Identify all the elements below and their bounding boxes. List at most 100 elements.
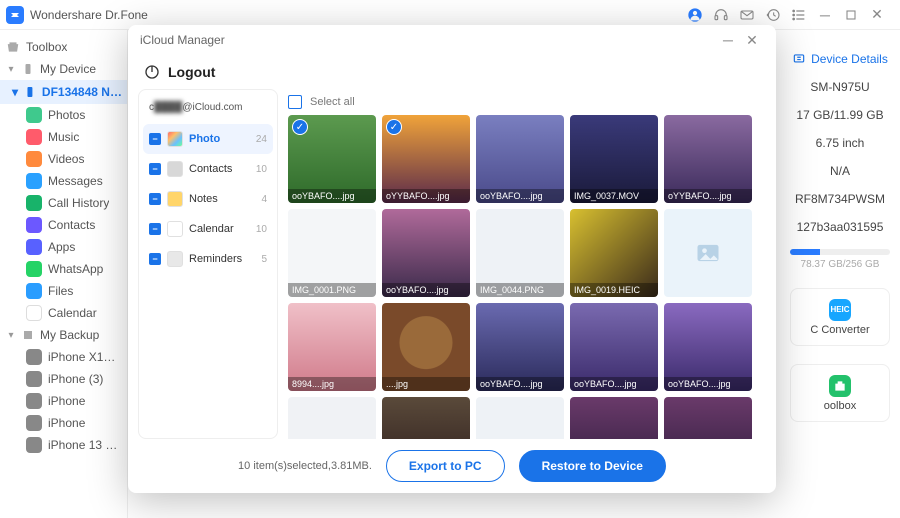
sidebar-mybackup[interactable]: ▾ My Backup	[0, 324, 127, 346]
window-maximize[interactable]	[838, 2, 864, 28]
device-details-panel: Device Details SM-N975U 17 GB/11.99 GB 6…	[780, 40, 900, 422]
photo-thumbnail[interactable]: ✓oYYBAFO....jpg	[382, 115, 470, 203]
category-icon	[26, 217, 42, 233]
category-icon	[26, 261, 42, 277]
thumbnail-filename: IMG_0037.MOV	[570, 189, 658, 203]
backup-item[interactable]: iPhone (3)	[0, 368, 127, 390]
category-icon	[167, 131, 183, 147]
modal-titlebar: iCloud Manager ─ ✕	[128, 25, 776, 55]
phone-icon	[26, 393, 42, 409]
selection-info: 10 item(s)selected,3.81MB.	[238, 460, 372, 472]
restore-to-device-button[interactable]: Restore to Device	[519, 450, 666, 482]
thumbnail-filename: IMG_0019.HEIC	[570, 283, 658, 297]
sidebar-item-apps[interactable]: Apps	[0, 236, 127, 258]
expand-toggle-icon[interactable]: −	[149, 253, 161, 265]
expand-toggle-icon[interactable]: −	[149, 133, 161, 145]
thumbnail-filename: IMG_0001.PNG	[288, 283, 376, 297]
select-all-label: Select all	[310, 96, 355, 108]
photo-thumbnail[interactable]	[664, 209, 752, 297]
category-icon	[26, 239, 42, 255]
category-count: 4	[261, 194, 267, 205]
export-to-pc-button[interactable]: Export to PC	[386, 450, 505, 482]
category-icon	[167, 161, 183, 177]
sidebar-item-call-history[interactable]: Call History	[0, 192, 127, 214]
photo-thumbnail[interactable]: ooYBAFO....jpg	[476, 303, 564, 391]
photo-thumbnail[interactable]: IMG_0019.HEIC	[570, 209, 658, 297]
photo-thumbnail[interactable]: IMG_0037.MOV	[570, 115, 658, 203]
phone-icon	[26, 437, 42, 453]
photo-thumbnail[interactable]	[288, 397, 376, 439]
photo-thumbnail[interactable]	[570, 397, 658, 439]
feature-heic-converter[interactable]: HEIC C Converter	[790, 288, 890, 346]
backup-item[interactable]: iPhone	[0, 390, 127, 412]
feature-toolbox[interactable]: oolbox	[790, 364, 890, 422]
category-count: 10	[256, 164, 267, 175]
device-details-link[interactable]: Device Details	[780, 45, 900, 73]
user-icon[interactable]	[682, 2, 708, 28]
category-calendar[interactable]: −Calendar10	[143, 214, 273, 244]
icloud-manager-modal: iCloud Manager ─ ✕ Logout c████@iCloud.c…	[128, 25, 776, 493]
expand-toggle-icon[interactable]: −	[149, 163, 161, 175]
app-logo	[6, 6, 24, 24]
category-icon	[26, 151, 42, 167]
window-minimize[interactable]: ─	[812, 2, 838, 28]
category-count: 10	[256, 224, 267, 235]
category-notes[interactable]: −Notes4	[143, 184, 273, 214]
modal-close[interactable]: ✕	[740, 32, 764, 49]
photo-thumbnail[interactable]	[664, 397, 752, 439]
backup-item[interactable]: iPhone 13 Pro	[0, 434, 127, 456]
photo-thumbnail[interactable]	[382, 397, 470, 439]
headset-icon[interactable]	[708, 2, 734, 28]
photo-thumbnail[interactable]: ....jpg	[382, 303, 470, 391]
storage-bar-text: 78.37 GB/256 GB	[780, 259, 900, 270]
expand-toggle-icon[interactable]: −	[149, 223, 161, 235]
menu-icon[interactable]	[786, 2, 812, 28]
thumbnail-filename: ooYBAFO....jpg	[288, 189, 376, 203]
thumbnail-filename: ooYBAFO....jpg	[476, 377, 564, 391]
sidebar-toolbox[interactable]: Toolbox	[0, 36, 127, 58]
sidebar-item-videos[interactable]: Videos	[0, 148, 127, 170]
photo-thumbnail[interactable]: ooYBAFO....jpg	[570, 303, 658, 391]
backup-item[interactable]: iPhone	[0, 412, 127, 434]
sidebar-item-calendar[interactable]: Calendar	[0, 302, 127, 324]
sidebar-item-photos[interactable]: Photos	[0, 104, 127, 126]
category-photo[interactable]: −Photo24	[143, 124, 273, 154]
sidebar-item-contacts[interactable]: Contacts	[0, 214, 127, 236]
category-icon	[26, 173, 42, 189]
thumbnail-filename: oYYBAFO....jpg	[664, 189, 752, 203]
photo-thumbnail[interactable]: IMG_0001.PNG	[288, 209, 376, 297]
category-count: 5	[261, 254, 267, 265]
category-panel: c████@iCloud.com −Photo24−Contacts10−Not…	[138, 89, 278, 439]
sidebar-device-selected[interactable]: ▾ DF134848 Note	[0, 80, 127, 104]
category-icon	[167, 251, 183, 267]
photo-thumbnail[interactable]: ooYBAFO....jpg	[476, 115, 564, 203]
photo-thumbnail[interactable]: ✓ooYBAFO....jpg	[288, 115, 376, 203]
thumbnail-filename: oYYBAFO....jpg	[382, 189, 470, 203]
chevron-down-icon: ▾	[6, 330, 16, 341]
select-all-row[interactable]: Select all	[288, 89, 776, 115]
window-close[interactable]: ✕	[864, 2, 890, 28]
category-contacts[interactable]: −Contacts10	[143, 154, 273, 184]
sidebar-mydevice[interactable]: ▾ My Device	[0, 58, 127, 80]
mail-icon[interactable]	[734, 2, 760, 28]
photo-thumbnail[interactable]: oYYBAFO....jpg	[664, 115, 752, 203]
chevron-down-icon: ▾	[12, 85, 18, 99]
sidebar-item-whatsapp[interactable]: WhatsApp	[0, 258, 127, 280]
photo-thumbnail[interactable]: IMG_0044.PNG	[476, 209, 564, 297]
photo-thumbnail[interactable]: ooYBAFO....jpg	[382, 209, 470, 297]
thumbnail-filename: ooYBAFO....jpg	[476, 189, 564, 203]
photo-thumbnail[interactable]: ooYBAFO....jpg	[664, 303, 752, 391]
sidebar-item-messages[interactable]: Messages	[0, 170, 127, 192]
history-icon[interactable]	[760, 2, 786, 28]
logout-button[interactable]: Logout	[128, 55, 776, 89]
sidebar: Toolbox ▾ My Device ▾ DF134848 Note Phot…	[0, 30, 128, 518]
expand-toggle-icon[interactable]: −	[149, 193, 161, 205]
backup-item[interactable]: iPhone X14.7-...	[0, 346, 127, 368]
modal-minimize[interactable]: ─	[716, 32, 740, 48]
select-all-checkbox[interactable]	[288, 95, 302, 109]
photo-thumbnail[interactable]	[476, 397, 564, 439]
photo-thumbnail[interactable]: 8994....jpg	[288, 303, 376, 391]
sidebar-item-music[interactable]: Music	[0, 126, 127, 148]
category-reminders[interactable]: −Reminders5	[143, 244, 273, 274]
sidebar-item-files[interactable]: Files	[0, 280, 127, 302]
